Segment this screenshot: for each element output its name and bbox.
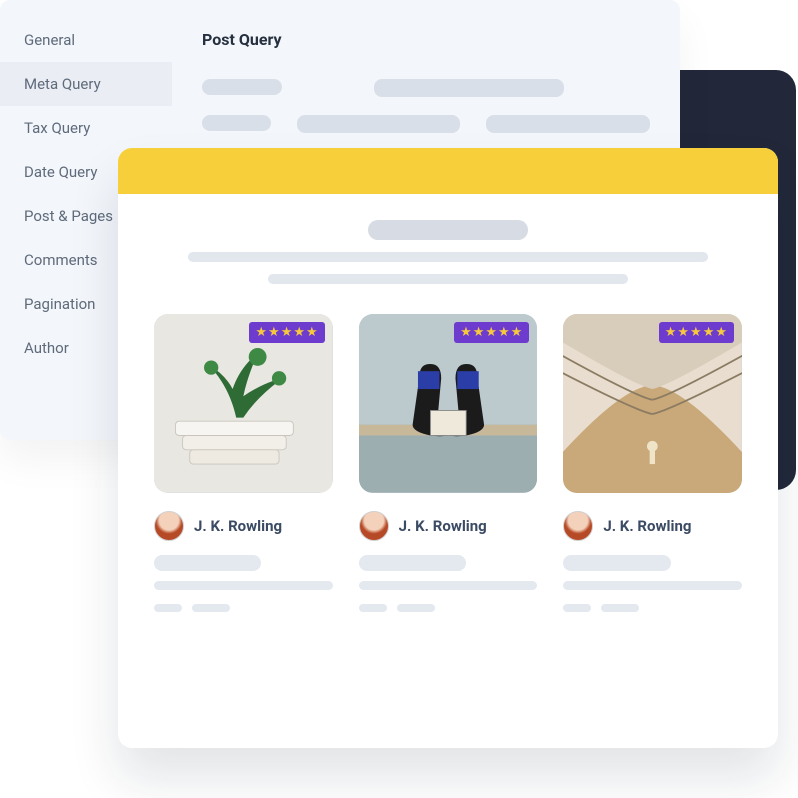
panel-title: Post Query [202, 30, 650, 49]
skeleton [368, 220, 528, 240]
skeleton [192, 604, 230, 612]
skeleton [397, 604, 435, 612]
preview-body: ★★★★★ J. K. Rowling [118, 194, 778, 638]
skeleton [359, 581, 538, 590]
skeleton [563, 581, 742, 590]
cards-row: ★★★★★ J. K. Rowling [154, 314, 742, 612]
skeleton [268, 274, 628, 284]
skeleton [601, 604, 639, 612]
author-avatar [154, 511, 184, 541]
preview-card: ★★★★★ J. K. Rowling [118, 148, 778, 748]
preview-header-bar [118, 148, 778, 194]
skeleton [154, 581, 333, 590]
skeleton [154, 555, 261, 571]
skeleton [202, 79, 282, 95]
skeleton [374, 79, 564, 97]
post-author[interactable]: J. K. Rowling [563, 511, 742, 541]
author-name: J. K. Rowling [603, 517, 691, 535]
skeleton [188, 252, 708, 262]
sidebar-item-general[interactable]: General [0, 18, 172, 62]
post-author[interactable]: J. K. Rowling [154, 511, 333, 541]
hero-skeleton [154, 220, 742, 284]
skeleton [297, 115, 461, 133]
rating-badge: ★★★★★ [659, 322, 734, 343]
post-card[interactable]: ★★★★★ J. K. Rowling [359, 314, 538, 612]
skeleton [563, 555, 670, 571]
author-name: J. K. Rowling [399, 517, 487, 535]
skeleton-tags [563, 604, 742, 612]
post-card[interactable]: ★★★★★ J. K. Rowling [154, 314, 333, 612]
post-thumbnail: ★★★★★ [154, 314, 333, 493]
skeleton-tags [359, 604, 538, 612]
skeleton [486, 115, 650, 133]
post-author[interactable]: J. K. Rowling [359, 511, 538, 541]
rating-badge: ★★★★★ [454, 322, 529, 343]
skeleton [359, 604, 387, 612]
skeleton [202, 115, 271, 131]
author-name: J. K. Rowling [194, 517, 282, 535]
post-thumbnail: ★★★★★ [563, 314, 742, 493]
post-card[interactable]: ★★★★★ J. K. Rowling [563, 314, 742, 612]
author-avatar [359, 511, 389, 541]
skeleton-tags [154, 604, 333, 612]
post-thumbnail: ★★★★★ [359, 314, 538, 493]
author-avatar [563, 511, 593, 541]
sidebar-item-meta-query[interactable]: Meta Query [0, 62, 172, 106]
skeleton [563, 604, 591, 612]
sidebar-item-tax-query[interactable]: Tax Query [0, 106, 172, 150]
skeleton [359, 555, 466, 571]
skeleton [154, 604, 182, 612]
rating-badge: ★★★★★ [249, 322, 324, 343]
